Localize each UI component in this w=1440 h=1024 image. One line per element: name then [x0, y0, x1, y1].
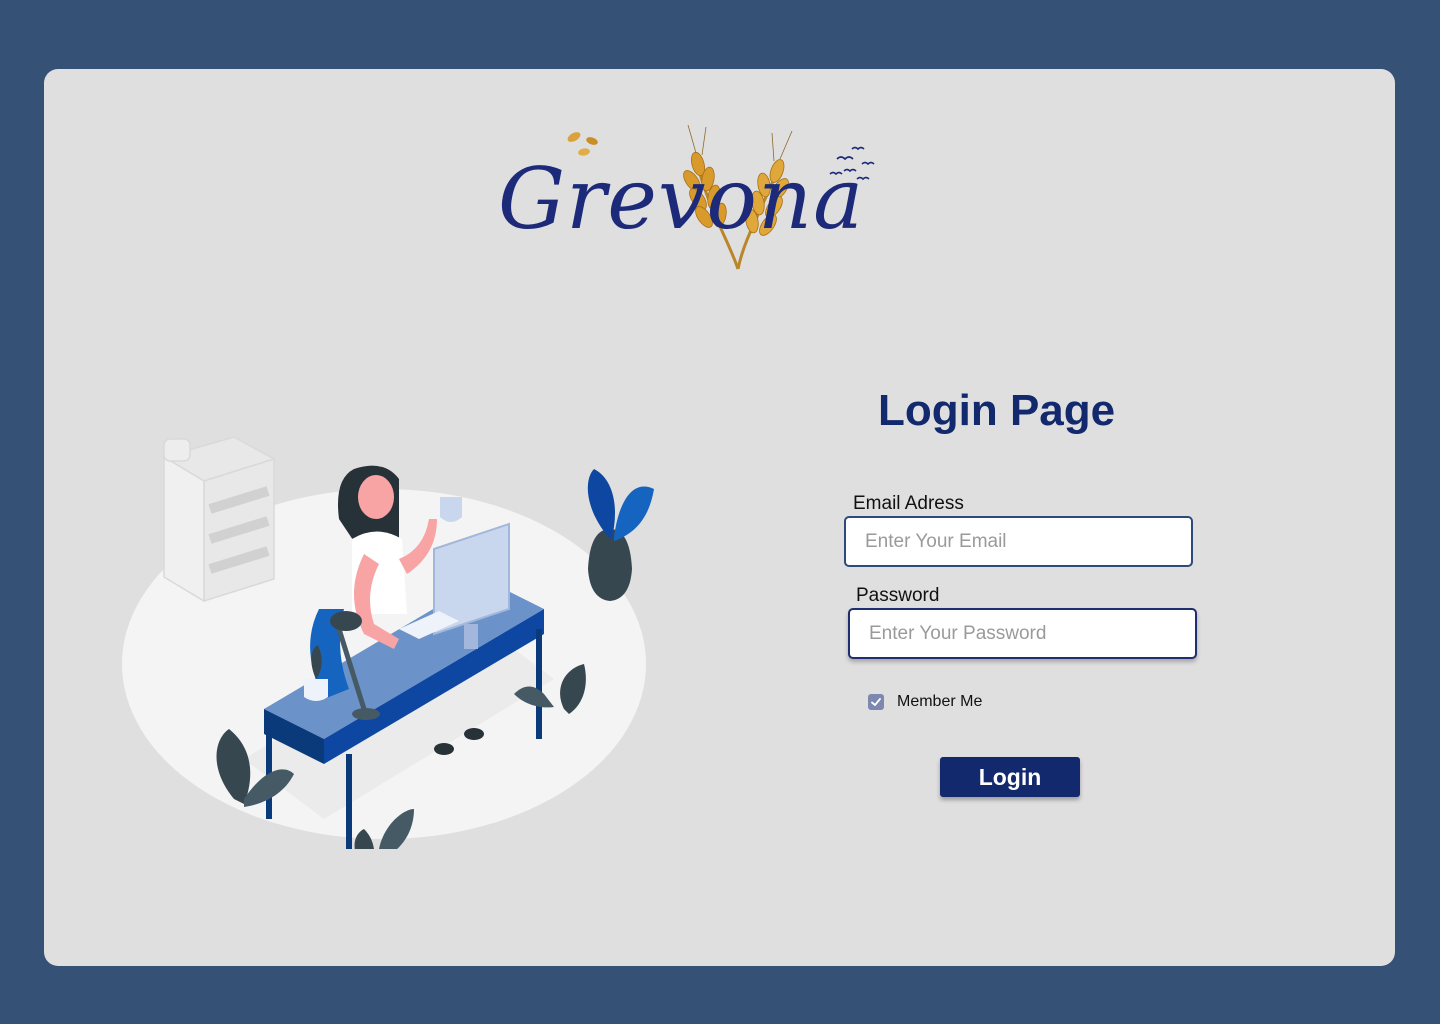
login-card: Grevona Login Page Email Adress Enter Yo…	[44, 69, 1395, 966]
brand-logo: Grevona	[492, 119, 912, 279]
login-button[interactable]: Login	[940, 757, 1080, 797]
password-label: Password	[856, 585, 940, 606]
checkmark-icon	[871, 698, 881, 706]
remember-me[interactable]: Member Me	[868, 692, 982, 712]
woman-at-desk-illustration	[114, 379, 674, 849]
remember-checkbox[interactable]	[868, 694, 884, 710]
email-label: Email Adress	[853, 493, 964, 514]
logo-text: Grevona	[498, 150, 865, 248]
remember-label: Member Me	[897, 693, 983, 710]
page-title: Login Page	[878, 386, 1116, 435]
password-field[interactable]	[848, 608, 1197, 659]
email-field[interactable]	[844, 516, 1193, 567]
